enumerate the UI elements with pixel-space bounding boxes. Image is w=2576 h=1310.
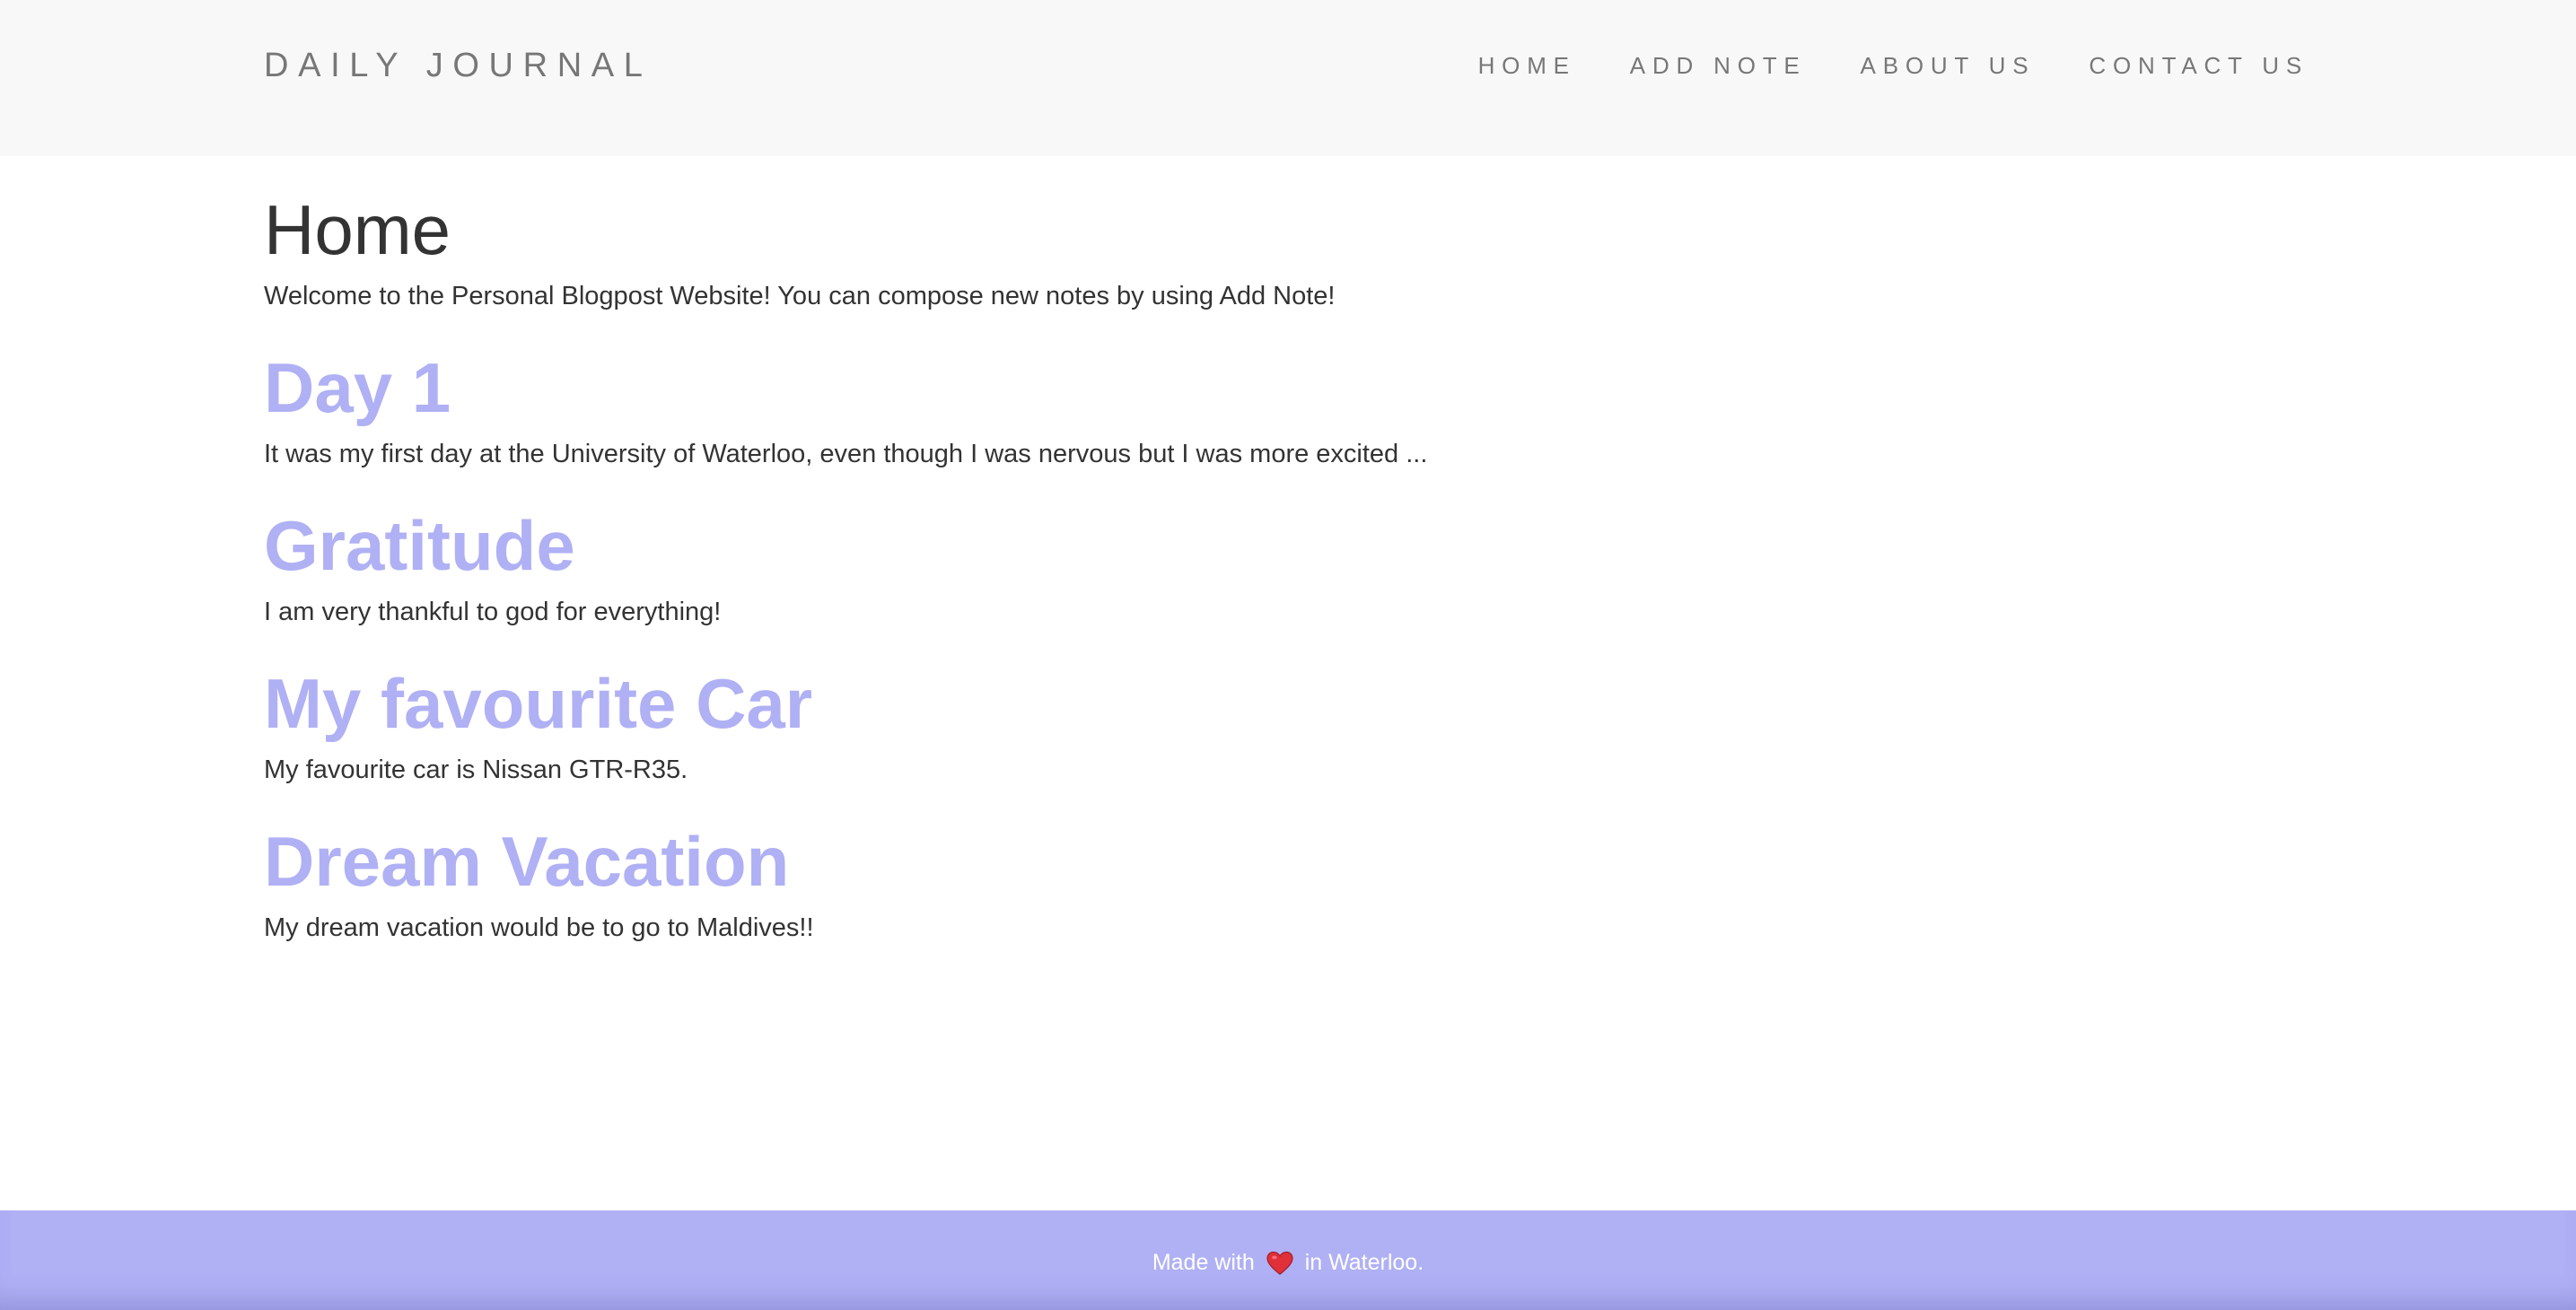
post-title-link[interactable]: Gratitude <box>264 504 2310 587</box>
post-item: Day 1 It was my first day at the Univers… <box>264 346 2310 472</box>
nav-menu: HOME ADD NOTE ABOUT US CONTACT US <box>1478 50 2309 81</box>
footer: Made with in Waterloo. <box>0 1210 2576 1310</box>
post-excerpt: I am very thankful to god for everything… <box>264 598 722 626</box>
footer-text: Made with in Waterloo. <box>1152 1250 1424 1276</box>
nav-link-home[interactable]: HOME <box>1478 50 1576 81</box>
post-excerpt: My dream vacation would be to go to Mald… <box>264 913 814 942</box>
post-excerpt: It was my first day at the University of… <box>264 440 1428 468</box>
post-item: Dream Vacation My dream vacation would b… <box>264 820 2310 946</box>
post-title-link[interactable]: Dream Vacation <box>264 820 2310 903</box>
intro-text: Welcome to the Personal Blogpost Website… <box>264 282 1336 310</box>
post-title-link[interactable]: My favourite Car <box>264 662 2310 745</box>
main-content: Home Welcome to the Personal Blogpost We… <box>264 188 2310 946</box>
post-item: Gratitude I am very thankful to god for … <box>264 504 2310 630</box>
post-item: My favourite Car My favourite car is Nis… <box>264 662 2310 788</box>
footer-text-after: in Waterloo. <box>1304 1249 1424 1275</box>
nav-link-contact-us[interactable]: CONTACT US <box>2089 50 2309 81</box>
nav-link-add-note[interactable]: ADD NOTE <box>1630 50 1807 81</box>
navbar: DAILY JOURNAL HOME ADD NOTE ABOUT US CON… <box>0 0 2576 156</box>
page-title: Home <box>264 190 451 269</box>
footer-text-before: Made with <box>1152 1249 1255 1275</box>
brand-logo[interactable]: DAILY JOURNAL <box>264 45 653 86</box>
post-excerpt: My favourite car is Nissan GTR-R35. <box>264 755 688 784</box>
page: DAILY JOURNAL HOME ADD NOTE ABOUT US CON… <box>0 0 2576 1310</box>
nav-link-about-us[interactable]: ABOUT US <box>1861 50 2036 81</box>
post-title-link[interactable]: Day 1 <box>264 346 2310 429</box>
heart-icon <box>1266 1252 1293 1276</box>
